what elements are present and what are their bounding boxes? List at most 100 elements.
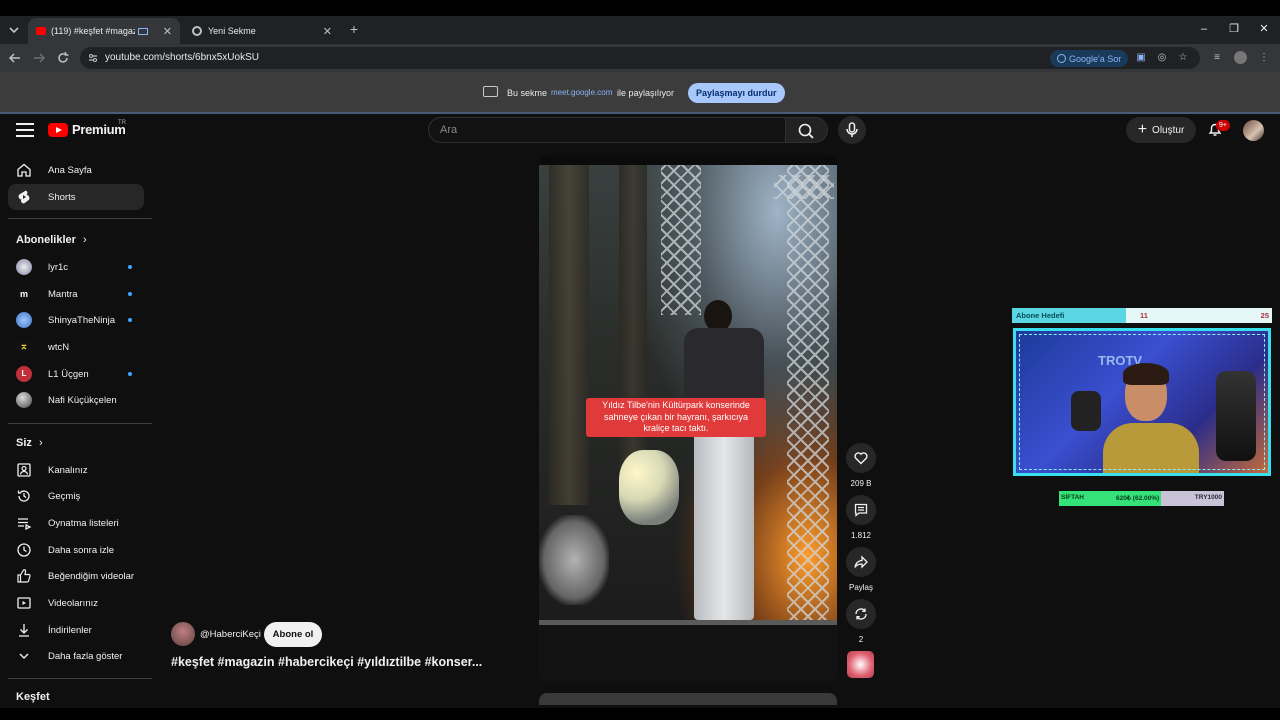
new-content-dot xyxy=(128,372,132,376)
sidebar-item-downloads[interactable]: İndirilenler xyxy=(8,617,144,643)
sidebar: Ana Sayfa Shorts Abonelikler › lyr1c m M… xyxy=(0,150,152,710)
sidebar-item-shorts[interactable]: Shorts xyxy=(8,184,144,210)
restore-button[interactable]: ❐ xyxy=(1224,20,1244,38)
eye-off-icon[interactable]: ◎ xyxy=(1154,50,1170,66)
donation-label: SİFTAH xyxy=(1061,494,1084,501)
profile-icon[interactable] xyxy=(1232,50,1248,66)
performer xyxy=(684,300,764,630)
comments-button[interactable] xyxy=(846,495,876,525)
channel-name: lyr1c xyxy=(48,261,69,273)
guide-menu-button[interactable] xyxy=(16,123,34,137)
new-content-dot xyxy=(128,265,132,269)
video-letterbox xyxy=(539,625,837,683)
share-button[interactable] xyxy=(846,547,876,577)
next-short-preview[interactable] xyxy=(539,693,837,705)
subscription-item[interactable]: ⌅ wtcN xyxy=(8,334,144,360)
sidebar-item-your-channel[interactable]: Kanalınız xyxy=(8,457,144,483)
flower-bouquet xyxy=(619,450,679,525)
sidebar-item-your-videos[interactable]: Videolarınız xyxy=(8,590,144,616)
donation-target: TRY1000 xyxy=(1194,494,1222,501)
channel-handle[interactable]: @HaberciKeçi xyxy=(200,629,261,640)
google-ask-button[interactable]: Google'a Sor xyxy=(1050,50,1129,67)
arrow-right-icon xyxy=(34,53,46,63)
divider xyxy=(8,218,152,219)
channel-avatar: ⌅ xyxy=(16,339,32,355)
create-label: Oluştur xyxy=(1152,124,1185,136)
search-input[interactable] xyxy=(428,117,786,143)
chevron-right-icon: › xyxy=(38,437,43,449)
top-letterbox xyxy=(0,0,1280,16)
sidebar-item-home[interactable]: Ana Sayfa xyxy=(8,157,144,183)
subscription-item[interactable]: m Mantra xyxy=(8,281,144,307)
remix-icon xyxy=(855,608,867,620)
tab-search-button[interactable] xyxy=(6,22,22,38)
webcam-frame xyxy=(1019,334,1265,470)
subscription-item[interactable]: ShinyaTheNinja xyxy=(8,307,144,333)
tree-trunk xyxy=(549,165,589,505)
sidebar-item-label: Ana Sayfa xyxy=(48,164,92,176)
voice-search-button[interactable] xyxy=(838,116,866,144)
clock-icon xyxy=(16,542,32,558)
close-tab-icon[interactable]: ✕ xyxy=(163,25,172,38)
chrome-icon xyxy=(192,26,202,36)
subscription-item[interactable]: lyr1c xyxy=(8,254,144,280)
notification-badge: 9+ xyxy=(1216,120,1230,131)
playlist-icon xyxy=(16,515,32,531)
close-tab-icon[interactable]: ✕ xyxy=(323,25,332,38)
youtube-premium-logo[interactable]: Premium xyxy=(48,122,126,137)
share-domain-link[interactable]: meet.google.com xyxy=(551,88,612,97)
tab-new-tab[interactable]: Yeni Sekme ✕ xyxy=(184,18,340,44)
forward-button[interactable] xyxy=(30,49,48,67)
tab-youtube[interactable]: (119) #keşfet #magazin #h ✕ xyxy=(28,18,180,44)
channel-avatar[interactable] xyxy=(171,622,195,646)
subscriptions-heading[interactable]: Abonelikler › xyxy=(16,234,87,246)
sidebar-item-playlists[interactable]: Oynatma listeleri xyxy=(8,510,144,536)
remix-button[interactable] xyxy=(846,599,876,629)
short-title[interactable]: #keşfet #magazin #habercikeçi #yıldıztil… xyxy=(171,655,482,669)
share-label: Paylaş xyxy=(848,583,873,592)
sidebar-item-show-more[interactable]: Daha fazla göster xyxy=(8,643,144,669)
bookmark-star-icon[interactable]: ☆ xyxy=(1175,50,1191,66)
account-avatar[interactable] xyxy=(1243,120,1264,141)
back-button[interactable] xyxy=(6,49,24,67)
minimize-button[interactable]: – xyxy=(1194,20,1214,38)
media-controls-icon[interactable]: ≡ xyxy=(1209,50,1225,66)
channel-name: Nafi Küçükçelen xyxy=(48,394,117,406)
stop-sharing-button[interactable]: Paylaşmayı durdur xyxy=(688,83,785,103)
download-icon xyxy=(16,622,32,638)
sidebar-item-liked-videos[interactable]: Beğendiğim videolar xyxy=(8,563,144,589)
shorts-video-player[interactable]: Yıldız Tilbe'nin Kültürpark konserinde s… xyxy=(539,155,837,683)
arrow-left-icon xyxy=(8,53,20,63)
subscription-item[interactable]: Nafi Küçükçelen xyxy=(8,387,144,413)
you-heading[interactable]: Siz › xyxy=(16,437,43,449)
new-tab-button[interactable]: + xyxy=(346,20,362,38)
webcam-overlay: TROTV xyxy=(1013,328,1271,476)
site-info-icon[interactable] xyxy=(87,52,99,64)
goal-label: Abone Hedefi xyxy=(1016,311,1065,320)
video-frame xyxy=(539,165,837,625)
browser-menu-icon[interactable]: ⋮ xyxy=(1256,50,1272,66)
close-window-button[interactable]: ✕ xyxy=(1254,20,1274,38)
sound-thumbnail[interactable] xyxy=(847,651,874,678)
channel-name: L1 Üçgen xyxy=(48,368,89,380)
stage-truss xyxy=(774,175,834,199)
sidebar-item-label: Daha fazla göster xyxy=(48,650,123,662)
lens-icon xyxy=(1057,54,1066,63)
screen-share-icon xyxy=(483,86,498,97)
heart-icon xyxy=(854,452,868,465)
subscription-item[interactable]: L L1 Üçgen xyxy=(8,361,144,387)
search-button[interactable] xyxy=(786,117,828,143)
sidebar-item-watch-later[interactable]: Daha sonra izle xyxy=(8,537,144,563)
like-button[interactable] xyxy=(846,443,876,473)
cast-icon[interactable]: ▣ xyxy=(1133,50,1149,66)
sidebar-item-label: Kanalınız xyxy=(48,464,88,476)
create-button[interactable]: + Oluştur xyxy=(1126,117,1196,143)
share-icon xyxy=(854,555,868,569)
tree-trunk xyxy=(619,165,647,485)
subscribe-button[interactable]: Abone ol xyxy=(264,622,322,647)
reload-button[interactable] xyxy=(54,49,72,67)
sidebar-item-history[interactable]: Geçmiş xyxy=(8,483,144,509)
goal-target: 25 xyxy=(1260,311,1269,320)
url-text[interactable]: youtube.com/shorts/6bnx5xUokSU xyxy=(105,52,259,63)
chevron-down-icon xyxy=(16,648,32,664)
